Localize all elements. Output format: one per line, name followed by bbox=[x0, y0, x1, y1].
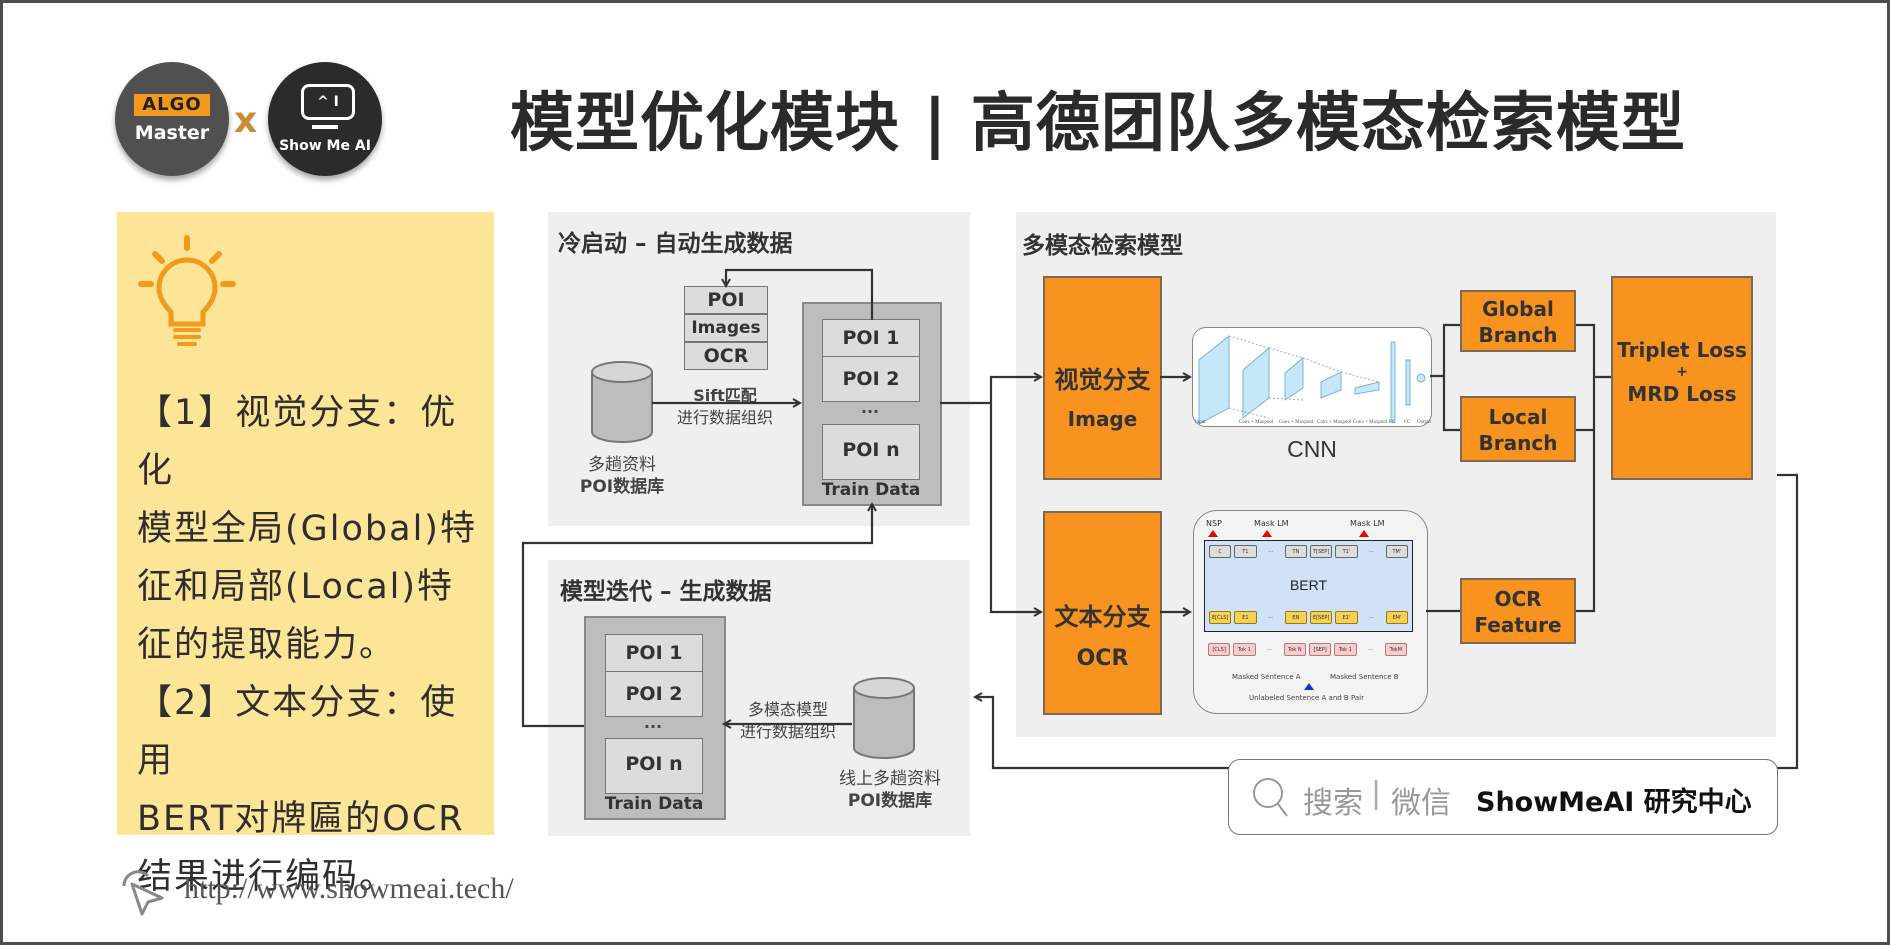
search-divider: | bbox=[1371, 776, 1382, 811]
search-brand: ShowMeAI 研究中心 bbox=[1476, 787, 1752, 818]
cursor-click-icon bbox=[122, 870, 164, 916]
wechat-search-box[interactable]: 搜索 | 微信 ShowMeAI 研究中心 bbox=[1228, 759, 1778, 835]
search-channel: 微信 bbox=[1391, 786, 1451, 821]
search-prefix: 搜索 bbox=[1303, 786, 1363, 821]
website-link[interactable]: http://www.showmeai.tech/ bbox=[184, 872, 514, 906]
search-icon bbox=[1253, 778, 1288, 817]
